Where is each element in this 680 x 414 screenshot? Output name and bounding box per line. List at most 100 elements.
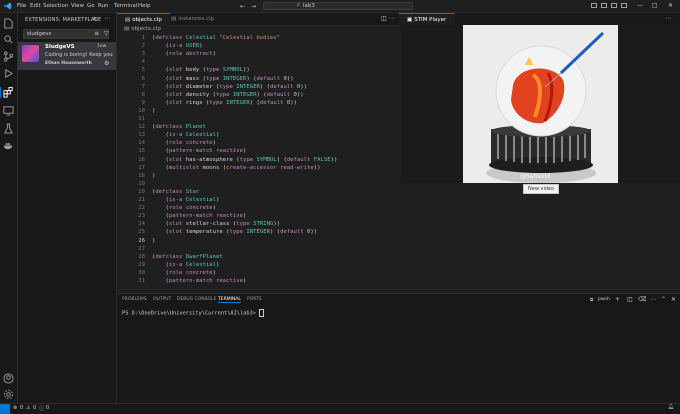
code-line[interactable]: (pattern-match reactive) (152, 278, 246, 284)
explorer-icon[interactable] (3, 18, 14, 29)
code-line[interactable]: (role concrete) (152, 140, 216, 146)
code-editor[interactable]: 1 (defclass Celestial "Celestial bodies" 2… (117, 33, 398, 293)
menu-view[interactable]: View (71, 3, 84, 9)
terminal-line[interactable]: PS D:\OneDrive\University\Current\AI\lab… (122, 309, 265, 317)
customize-layout-icon[interactable] (621, 3, 627, 8)
code-line[interactable]: (defclass Star (152, 189, 199, 195)
code-line[interactable]: (role concrete) (152, 270, 216, 276)
line-number: 24 (138, 221, 145, 228)
code-line[interactable]: ) (152, 173, 155, 179)
forward-arrow-icon[interactable]: → (251, 3, 256, 10)
code-line[interactable]: (slot has-atmosphere (type SYMBOL) (defa… (152, 157, 337, 163)
player-icon: ▣ (407, 17, 413, 23)
code-line[interactable]: (defclass DwarfPlanet (152, 254, 223, 260)
code-line[interactable]: ) (152, 238, 155, 244)
panel-more-icon[interactable]: ⋯ (650, 296, 656, 303)
split-editor-icon[interactable]: ◫ (381, 15, 387, 22)
error-count[interactable]: 0 (20, 405, 23, 411)
tab-ports[interactable]: PORTS (247, 297, 262, 302)
terminal-shell-name[interactable]: pwsh (598, 297, 610, 302)
kill-terminal-icon[interactable]: ⌫ (638, 296, 646, 303)
notifications-icon[interactable]: 🔔︎ (668, 404, 674, 410)
error-icon[interactable]: ⊗ (13, 405, 17, 411)
code-line[interactable]: (multislot moons (create-accessor read-w… (152, 165, 320, 171)
code-line[interactable]: (slot temperature (type INTEGER) (defaul… (152, 229, 317, 235)
code-line[interactable]: (slot diameter (type INTEGER) (default 0… (152, 84, 307, 90)
search-icon: ⌕ (297, 2, 300, 8)
close-panel-icon[interactable]: ✕ (671, 296, 676, 303)
refresh-icon[interactable]: ↻ (93, 16, 98, 23)
account-icon[interactable] (3, 373, 14, 384)
source-control-icon[interactable] (3, 51, 14, 62)
code-line[interactable]: (is-a USER) (152, 43, 202, 49)
code-line[interactable]: (is-a Celestial) (152, 197, 219, 203)
code-line[interactable]: (slot body (type SYMBOL)) (152, 67, 249, 73)
close-window-icon[interactable]: ✕ (668, 2, 673, 9)
layout-sidebar-icon[interactable] (591, 3, 597, 8)
video-frame (463, 25, 618, 183)
filter-icon[interactable]: ▽ (104, 30, 109, 37)
line-number: 27 (138, 245, 145, 252)
code-line[interactable]: (slot stellar-class (type STRING)) (152, 221, 280, 227)
maximize-panel-icon[interactable]: ⌃ (661, 296, 666, 303)
tab-output[interactable]: OUTPUT (153, 297, 171, 302)
extension-downloads: 1ew (97, 44, 107, 49)
menu-run[interactable]: Run (98, 3, 109, 9)
code-line[interactable]: (is-a Celestial) (152, 262, 219, 268)
code-line[interactable]: (is-a Celestial) (152, 132, 219, 138)
line-number: 15 (138, 148, 145, 155)
new-terminal-icon[interactable]: + (615, 296, 620, 303)
info-icon[interactable]: ⓘ (39, 405, 44, 412)
tab-instances-clp[interactable]: ▤ instances.clp (163, 13, 223, 25)
remote-explorer-icon[interactable] (3, 105, 14, 116)
code-line[interactable]: (defclass Planet (152, 124, 206, 130)
code-line[interactable]: (role abstract) (152, 51, 216, 57)
warning-icon[interactable]: ⚠ (26, 405, 30, 411)
more-actions-icon[interactable]: ⋯ (104, 15, 110, 22)
extensions-icon[interactable] (3, 87, 14, 98)
menu-terminal[interactable]: Terminal (114, 3, 137, 9)
line-number: 5 (141, 67, 145, 74)
menu-help[interactable]: Help (138, 3, 151, 9)
editor-more-icon[interactable]: ⋯ (389, 15, 395, 22)
code-line[interactable]: (role concrete) (152, 205, 216, 211)
line-number: 2 (141, 43, 145, 50)
split-terminal-icon[interactable]: ◫ (627, 296, 633, 303)
search-view-icon[interactable] (3, 34, 14, 45)
layout-secondary-sidebar-icon[interactable] (611, 3, 617, 8)
info-count[interactable]: 0 (46, 405, 49, 411)
menu-go[interactable]: Go (87, 3, 95, 9)
warning-count[interactable]: 0 (33, 405, 36, 411)
tab-terminal[interactable]: TERMINAL (218, 297, 241, 303)
code-line[interactable]: (slot density (type INTEGER) (default 0)… (152, 92, 303, 98)
manage-gear-icon[interactable] (3, 389, 14, 400)
command-center-search[interactable] (263, 2, 413, 10)
back-arrow-icon[interactable]: ← (240, 3, 245, 10)
code-line[interactable]: (slot mass (type INTEGER) (default 0)) (152, 76, 293, 82)
tab-debug-console[interactable]: DEBUG CONSOLE (177, 297, 216, 302)
minimize-icon[interactable]: — (637, 2, 643, 9)
extension-list-item[interactable]: SludgeVS Coding is boring! Keep your ...… (18, 42, 116, 70)
menu-selection[interactable]: Selection (43, 3, 68, 9)
menu-edit[interactable]: Edit (30, 3, 41, 9)
code-line[interactable]: (slot rings (type INTEGER) (default 0)) (152, 100, 296, 106)
code-line[interactable]: (pattern-match reactive) (152, 148, 246, 154)
code-line[interactable]: (defclass Celestial "Celestial bodies" (152, 35, 280, 41)
tab-problems[interactable]: PROBLEMS (122, 297, 147, 302)
video-player[interactable]: @SatisVid (401, 25, 680, 183)
testing-icon[interactable] (3, 123, 14, 134)
code-line[interactable]: ) (152, 108, 155, 114)
maximize-icon[interactable]: □ (652, 2, 658, 9)
breadcrumb[interactable]: ▤ objects.clp (117, 26, 161, 32)
clear-filter-icon[interactable]: ≡ (94, 30, 99, 37)
new-video-tooltip[interactable]: New video (523, 184, 560, 194)
run-debug-icon[interactable] (3, 68, 14, 79)
layout-panel-icon[interactable] (601, 3, 607, 8)
code-line[interactable]: (pattern-match reactive) (152, 213, 246, 219)
menu-file[interactable]: File (17, 3, 26, 9)
extension-gear-icon[interactable]: ⚙ (104, 60, 109, 67)
docker-icon[interactable] (3, 140, 14, 151)
player-more-icon[interactable]: ⋯ (665, 15, 671, 22)
video-letterbox-right (618, 25, 680, 183)
line-number: 18 (138, 172, 145, 179)
